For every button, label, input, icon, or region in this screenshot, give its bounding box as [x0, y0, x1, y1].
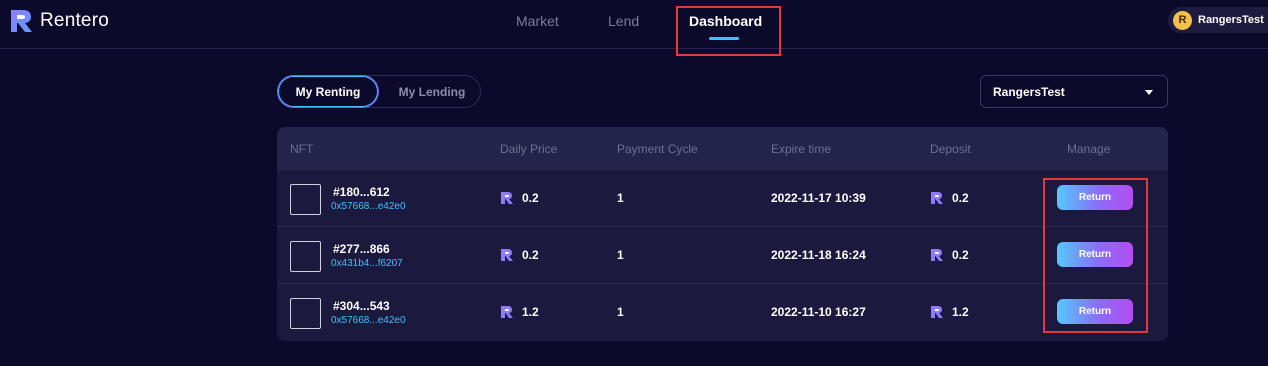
nav-lend[interactable]: Lend [608, 13, 639, 29]
rentero-token-icon [931, 306, 943, 318]
rentero-token-icon [501, 249, 513, 261]
account-select[interactable]: RangersTest [980, 75, 1168, 108]
user-name: RangersTest [1198, 14, 1264, 26]
table-row: #180...612 0x57668...e42e0 0.2 1 2022-11… [277, 169, 1168, 226]
daily-price-value: 1.2 [522, 305, 539, 319]
nft-thumbnail[interactable] [290, 298, 321, 329]
expire-time-value: 2022-11-10 16:27 [771, 305, 866, 319]
payment-cycle-value: 1 [617, 248, 624, 262]
return-button[interactable]: Return [1057, 299, 1133, 324]
nft-id: #304...543 [333, 299, 390, 313]
nft-id: #277...866 [333, 242, 390, 256]
return-button[interactable]: Return [1057, 242, 1133, 267]
table-row: #277...866 0x431b4...f6207 0.2 1 2022-11… [277, 226, 1168, 283]
renting-lending-tabs: My Renting My Lending [277, 75, 481, 108]
rentero-logo-icon [11, 10, 32, 32]
expire-time-value: 2022-11-17 10:39 [771, 191, 866, 205]
top-header: Rentero Market Lend Dashboard R RangersT… [0, 0, 1268, 49]
deposit-cell: 0.2 [930, 248, 969, 262]
nav-dashboard[interactable]: Dashboard [689, 13, 762, 29]
header-deposit: Deposit [930, 142, 971, 156]
header-expire-time: Expire time [771, 142, 832, 156]
deposit-cell: 0.2 [930, 191, 969, 205]
deposit-value: 1.2 [952, 305, 969, 319]
table-header: NFT Daily Price Payment Cycle Expire tim… [277, 127, 1168, 169]
nav-market[interactable]: Market [516, 13, 559, 29]
nft-id: #180...612 [333, 185, 390, 199]
rentero-token-icon [501, 192, 513, 204]
tab-my-renting[interactable]: My Renting [277, 75, 379, 108]
daily-price-cell: 0.2 [500, 191, 539, 205]
payment-cycle-value: 1 [617, 191, 624, 205]
daily-price-value: 0.2 [522, 248, 539, 262]
user-account-chip[interactable]: R RangersTest [1168, 7, 1268, 33]
deposit-cell: 1.2 [930, 305, 969, 319]
user-coin-icon: R [1173, 10, 1192, 30]
caret-down-icon [1145, 90, 1153, 95]
header-daily-price: Daily Price [500, 142, 558, 156]
account-select-value: RangersTest [993, 84, 1065, 99]
daily-price-value: 0.2 [522, 191, 539, 205]
nft-thumbnail[interactable] [290, 184, 321, 215]
table-row: #304...543 0x57668...e42e0 1.2 1 2022-11… [277, 283, 1168, 340]
app-logo[interactable]: Rentero [8, 8, 109, 34]
payment-cycle-value: 1 [617, 305, 624, 319]
header-manage: Manage [1067, 142, 1111, 156]
rentero-token-icon [931, 192, 943, 204]
daily-price-cell: 1.2 [500, 305, 539, 319]
deposit-value: 0.2 [952, 191, 969, 205]
deposit-value: 0.2 [952, 248, 969, 262]
rentero-token-icon [501, 306, 513, 318]
header-nft: NFT [290, 142, 314, 156]
tab-my-lending[interactable]: My Lending [382, 75, 482, 108]
return-button[interactable]: Return [1057, 185, 1133, 210]
nft-address-link[interactable]: 0x57668...e42e0 [331, 201, 406, 212]
rentero-token-icon [931, 249, 943, 261]
active-nav-indicator [709, 37, 739, 40]
nft-address-link[interactable]: 0x431b4...f6207 [331, 258, 403, 269]
nft-thumbnail[interactable] [290, 241, 321, 272]
nft-address-link[interactable]: 0x57668...e42e0 [331, 315, 406, 326]
expire-time-value: 2022-11-18 16:24 [771, 248, 866, 262]
header-payment-cycle: Payment Cycle [617, 142, 698, 156]
app-name: Rentero [40, 10, 109, 31]
renting-table: NFT Daily Price Payment Cycle Expire tim… [277, 127, 1168, 341]
daily-price-cell: 0.2 [500, 248, 539, 262]
